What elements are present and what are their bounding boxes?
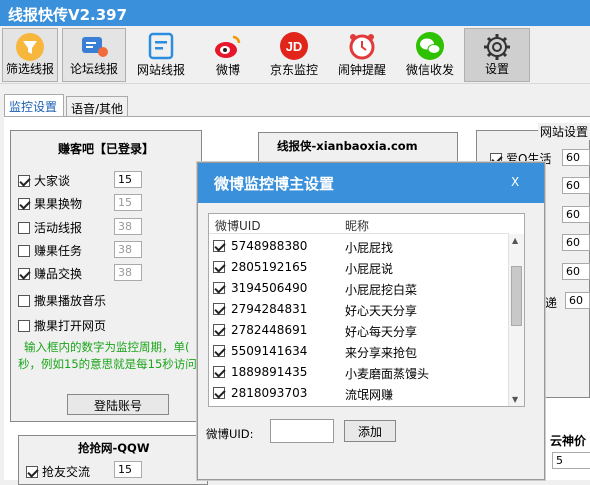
svg-text:JD: JD	[286, 39, 303, 54]
period-input[interactable]: 60	[562, 206, 590, 223]
table-row[interactable]: 2782448691 好心每天分享	[209, 320, 509, 341]
period-input[interactable]: 60	[562, 177, 590, 194]
checkbox[interactable]	[18, 268, 30, 280]
window-title-bar: 线报快传V2.397	[0, 0, 590, 26]
scroll-thumb[interactable]	[511, 266, 522, 326]
tab-voice-other[interactable]: 语音/其他	[66, 96, 128, 116]
yunshen-title: 云神价	[550, 434, 587, 448]
website-item-label: 递	[545, 296, 558, 310]
toolbar-label: 设置	[484, 62, 509, 76]
period-input[interactable]: 15	[114, 194, 142, 211]
checkbox[interactable]	[18, 175, 30, 187]
period-input[interactable]: 15	[114, 171, 142, 188]
period-input[interactable]: 60	[565, 292, 590, 309]
qiangqiang-title: 抢抢网-QQW	[78, 441, 150, 455]
tab-monitor-settings[interactable]: 监控设置	[4, 94, 64, 117]
scroll-down-icon[interactable]: ▼	[512, 395, 518, 404]
website-doc-icon	[148, 32, 174, 60]
zhuanke-item[interactable]: 果果换物	[18, 195, 82, 213]
zhuanke-title: 赚客吧【已登录】	[58, 142, 155, 156]
funnel-icon	[16, 33, 44, 61]
toolbar-label: 论坛线报	[69, 62, 118, 76]
weibo-monitor-dialog: 微博监控博主设置 X 微博UID 昵称 5748988380 小屁屁找 28051…	[197, 162, 545, 480]
period-input[interactable]: 15	[114, 461, 142, 478]
toolbar-forum-button[interactable]: 论坛线报	[62, 28, 126, 82]
toolbar-wechat-button[interactable]: 微信收发	[400, 28, 460, 82]
checkbox[interactable]	[213, 387, 225, 399]
main-toolbar: 筛选线报 论坛线报 网站线报 微博 JD 京东监控 闹钟提醒 微信收发 设置	[0, 26, 590, 84]
toolbar-label: 闹钟提醒	[337, 63, 386, 77]
checkbox[interactable]	[213, 345, 225, 357]
table-row[interactable]: 2818093703 流氓网赚	[209, 383, 509, 404]
toolbar-alarm-button[interactable]: 闹钟提醒	[330, 28, 394, 82]
checkbox[interactable]	[213, 303, 225, 315]
checkbox[interactable]	[213, 324, 225, 336]
toolbar-label: 筛选线报	[5, 62, 54, 76]
website-title: 网站设置	[538, 123, 590, 140]
list-header: 微博UID 昵称	[209, 214, 509, 234]
period-input[interactable]: 5	[552, 452, 590, 469]
toolbar-label: 网站线报	[136, 63, 185, 77]
window-title: 线报快传V2.397	[8, 6, 128, 24]
checkbox[interactable]	[18, 198, 30, 210]
column-header-uid: 微博UID	[215, 219, 261, 233]
open-page-option[interactable]: 撒果打开网页	[18, 317, 106, 335]
period-input[interactable]: 60	[562, 234, 590, 251]
zhuanke-item[interactable]: 活动线报	[18, 219, 82, 237]
table-row[interactable]: 5509141634 来分享来抢包	[209, 341, 509, 362]
toolbar-weibo-button[interactable]: 微博	[200, 28, 256, 82]
checkbox[interactable]	[18, 295, 30, 307]
xianbao-title: 线报侠-xianbaoxia.com	[277, 139, 418, 153]
forum-chat-icon	[82, 37, 108, 57]
checkbox[interactable]	[18, 320, 30, 332]
period-input[interactable]: 38	[114, 264, 142, 281]
jd-icon: JD	[280, 32, 308, 60]
zhuanke-item[interactable]: 赚品交换	[18, 265, 82, 283]
zhuanke-item[interactable]: 赚果任务	[18, 242, 82, 260]
close-button[interactable]: X	[511, 175, 519, 189]
scroll-up-icon[interactable]: ▲	[512, 236, 518, 245]
music-option[interactable]: 撒果播放音乐	[18, 292, 106, 310]
table-row[interactable]: 1889891435 小麦磨面蒸馒头	[209, 362, 509, 383]
checkbox[interactable]	[213, 282, 225, 294]
table-row[interactable]: 5748988380 小屁屁找	[209, 236, 509, 257]
toolbar-label: 微信收发	[405, 63, 454, 77]
table-row[interactable]: 2794284831 好心天天分享	[209, 299, 509, 320]
wechat-icon	[416, 32, 444, 60]
toolbar-jd-button[interactable]: JD 京东监控	[262, 28, 326, 82]
alarm-clock-icon	[349, 34, 375, 60]
hint-line: 输入框内的数字为监控周期，单(	[24, 340, 190, 354]
qiangqiang-item[interactable]: 抢友交流	[26, 463, 90, 481]
toolbar-settings-button[interactable]: 设置	[464, 28, 530, 82]
table-row[interactable]: 2805192165 小屁屁说	[209, 257, 509, 278]
period-input[interactable]: 38	[114, 241, 142, 258]
toolbar-label: 京东监控	[269, 63, 318, 77]
uid-input[interactable]	[270, 419, 334, 443]
gear-icon	[484, 34, 510, 60]
toolbar-website-button[interactable]: 网站线报	[132, 28, 190, 82]
period-input[interactable]: 60	[562, 263, 590, 280]
uid-label: 微博UID:	[206, 427, 254, 441]
checkbox[interactable]	[213, 261, 225, 273]
blogger-list[interactable]: 微博UID 昵称 5748988380 小屁屁找 2805192165 小屁屁说 3…	[208, 213, 525, 407]
vertical-scrollbar[interactable]: ▲ ▼	[508, 234, 524, 406]
checkbox[interactable]	[18, 222, 30, 234]
weibo-icon	[215, 35, 241, 58]
toolbar-filter-button[interactable]: 筛选线报	[2, 28, 58, 82]
checkbox[interactable]	[213, 366, 225, 378]
period-input[interactable]: 38	[114, 218, 142, 235]
column-header-nickname: 昵称	[345, 219, 370, 233]
hint-line: 秒，例如15的意思就是每15秒访问	[18, 357, 197, 371]
dialog-header: 微博监控博主设置 X	[198, 163, 544, 203]
toolbar-label: 微博	[215, 63, 240, 77]
checkbox[interactable]	[26, 466, 38, 478]
checkbox[interactable]	[18, 245, 30, 257]
checkbox[interactable]	[213, 240, 225, 252]
zhuanke-item[interactable]: 大家谈	[18, 172, 70, 190]
login-button[interactable]: 登陆账号	[67, 394, 169, 415]
add-button[interactable]: 添加	[344, 420, 396, 442]
table-row[interactable]: 3194506490 小屁屁挖白菜	[209, 278, 509, 299]
period-input[interactable]: 60	[562, 149, 590, 166]
dialog-title: 微博监控博主设置	[214, 175, 335, 193]
